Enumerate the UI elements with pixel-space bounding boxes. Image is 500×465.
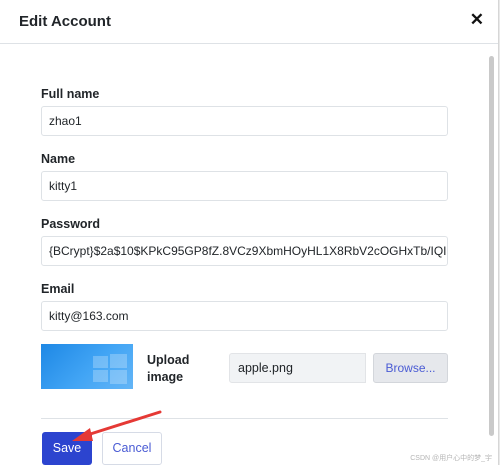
full-name-label: Full name [41, 87, 100, 101]
full-name-field[interactable]: zhao1 [41, 106, 448, 136]
upload-label-line2: image [147, 370, 184, 384]
email-field[interactable]: kitty@163.com [41, 301, 448, 331]
name-field[interactable]: kitty1 [41, 171, 448, 201]
password-label: Password [41, 217, 101, 231]
edit-account-dialog: Edit Account ✕ Full name zhao1 Name kitt… [0, 0, 499, 465]
cancel-button[interactable]: Cancel [102, 432, 162, 465]
image-preview-thumbnail [41, 344, 133, 389]
dialog-title: Edit Account [19, 13, 111, 30]
save-button[interactable]: Save [42, 432, 92, 465]
name-label: Name [41, 152, 76, 166]
file-name-field[interactable]: apple.png [229, 353, 366, 383]
upload-label-line1: Upload [147, 353, 190, 367]
password-field[interactable]: {BCrypt}$2a$10$KPkC95GP8fZ.8VCz9XbmHOyHL… [41, 236, 448, 266]
watermark-text: CSDN @用户心中的梦_宇 [410, 455, 492, 462]
upload-image-label: Upload image [147, 352, 207, 386]
footer-divider [41, 418, 448, 419]
email-label: Email [41, 282, 75, 296]
scrollbar[interactable] [489, 56, 494, 436]
close-icon[interactable]: ✕ [470, 11, 484, 28]
red-arrow-annotation [72, 410, 162, 441]
browse-button[interactable]: Browse... [373, 353, 448, 383]
dialog-header: Edit Account ✕ [0, 0, 498, 44]
